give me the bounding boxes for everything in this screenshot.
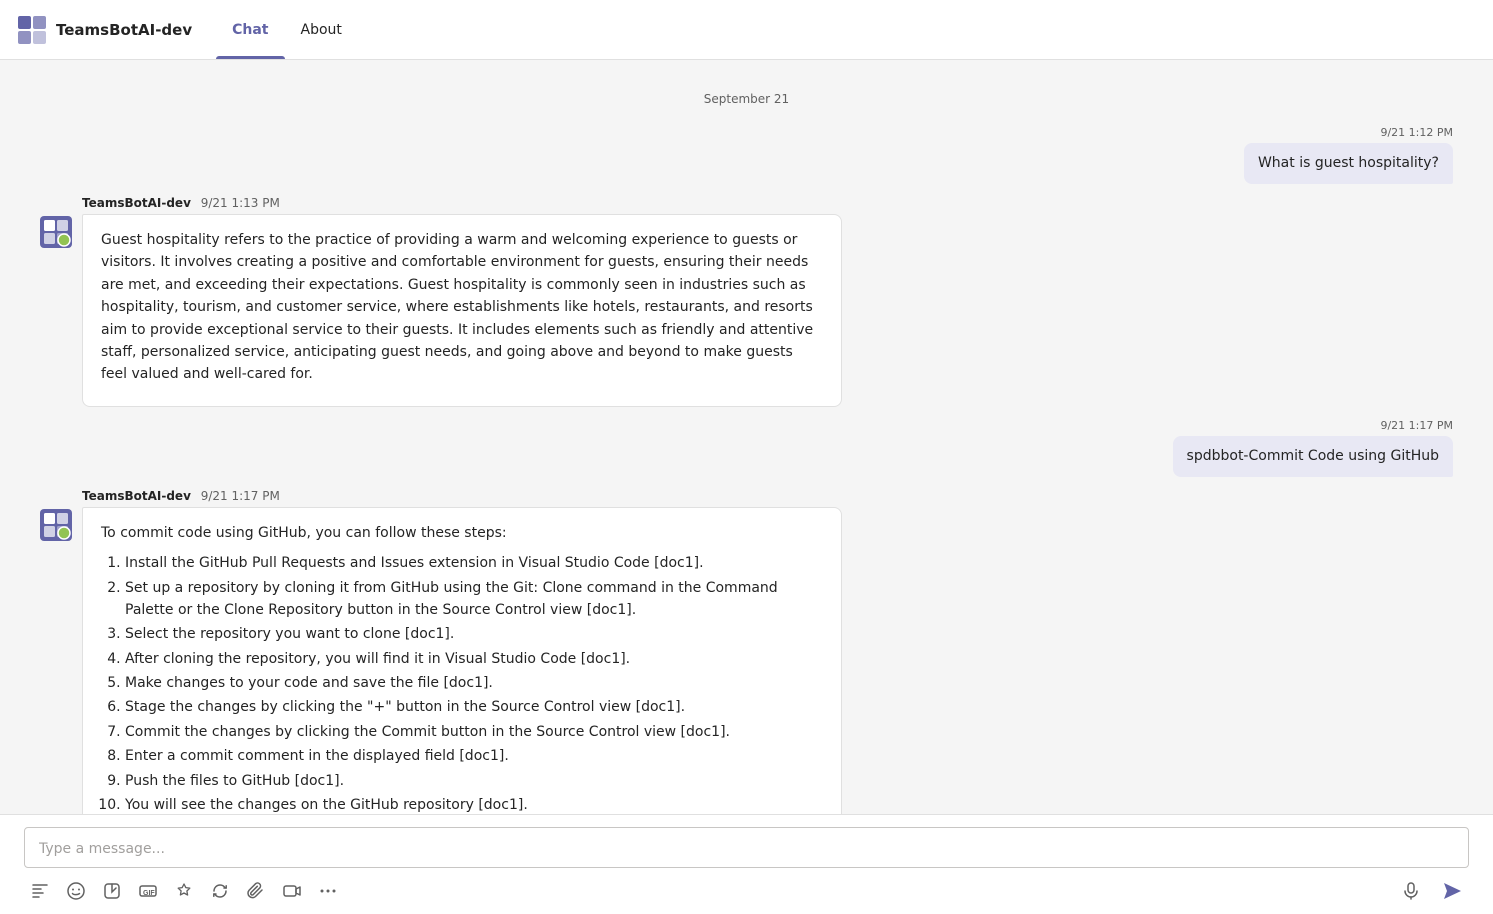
meet-button[interactable] <box>276 877 308 905</box>
praise-icon <box>174 881 194 901</box>
tab-about[interactable]: About <box>285 0 358 59</box>
user-timestamp-1: 9/21 1:12 PM <box>1380 126 1453 139</box>
toolbar-right <box>1395 876 1469 906</box>
send-button[interactable] <box>1435 876 1469 906</box>
bot-message-2: TeamsBotAI-dev 9/21 1:17 PM To commit co… <box>40 489 1453 814</box>
bot-meta-2: TeamsBotAI-dev 9/21 1:17 PM <box>82 489 842 503</box>
list-item: Set up a repository by cloning it from G… <box>125 577 823 622</box>
bot-bubble-2: To commit code using GitHub, you can fol… <box>82 507 842 814</box>
app-logo-icon <box>16 14 48 46</box>
user-bubble-1: What is guest hospitality? <box>1244 143 1453 184</box>
emoji-icon <box>66 881 86 901</box>
message-input-wrapper[interactable] <box>24 827 1469 868</box>
more-icon <box>318 881 338 901</box>
more-button[interactable] <box>312 877 344 905</box>
user-bubble-2: spdbbot-Commit Code using GitHub <box>1173 436 1453 477</box>
send-icon <box>1441 880 1463 902</box>
input-area: GIF <box>0 814 1493 914</box>
list-item: Push the files to GitHub [doc1]. <box>125 770 823 792</box>
user-message-2: 9/21 1:17 PM spdbbot-Commit Code using G… <box>40 419 1453 477</box>
list-item: Commit the changes by clicking the Commi… <box>125 721 823 743</box>
bot-meta-1: TeamsBotAI-dev 9/21 1:13 PM <box>82 196 842 210</box>
message-input[interactable] <box>39 841 1454 857</box>
mic-icon <box>1401 881 1421 901</box>
emoji-button[interactable] <box>60 877 92 905</box>
loop-button[interactable] <box>204 877 236 905</box>
list-item: You will see the changes on the GitHub r… <box>125 794 823 814</box>
svg-text:GIF: GIF <box>143 890 155 897</box>
toolbar-left: GIF <box>24 877 344 905</box>
bot-timestamp-2: 9/21 1:17 PM <box>201 489 280 503</box>
list-item: Enter a commit comment in the displayed … <box>125 745 823 767</box>
bot-name-2: TeamsBotAI-dev <box>82 489 191 503</box>
loop-icon <box>210 881 230 901</box>
list-item: After cloning the repository, you will f… <box>125 648 823 670</box>
sticker-button[interactable] <box>96 877 128 905</box>
bot-avatar-2 <box>40 509 72 541</box>
sticker-icon <box>102 881 122 901</box>
bot-steps-list: Install the GitHub Pull Requests and Iss… <box>101 552 823 814</box>
list-item: Stage the changes by clicking the "+" bu… <box>125 696 823 718</box>
meet-icon <box>282 881 302 901</box>
chat-area: September 21 9/21 1:12 PM What is guest … <box>0 60 1493 814</box>
list-item: Make changes to your code and save the f… <box>125 672 823 694</box>
date-separator: September 21 <box>40 92 1453 106</box>
bot-timestamp-1: 9/21 1:13 PM <box>201 196 280 210</box>
toolbar-row: GIF <box>24 876 1469 906</box>
nav-tabs: Chat About <box>216 0 358 59</box>
list-item: Install the GitHub Pull Requests and Iss… <box>125 552 823 574</box>
user-message-1: 9/21 1:12 PM What is guest hospitality? <box>40 126 1453 184</box>
app-header: TeamsBotAI-dev Chat About <box>0 0 1493 60</box>
bot-avatar-1 <box>40 216 72 248</box>
bot-message-1: TeamsBotAI-dev 9/21 1:13 PM Guest hospit… <box>40 196 1453 407</box>
gif-button[interactable]: GIF <box>132 877 164 905</box>
bot-name-1: TeamsBotAI-dev <box>82 196 191 210</box>
format-button[interactable] <box>24 877 56 905</box>
gif-icon: GIF <box>138 881 158 901</box>
bot-intro: To commit code using GitHub, you can fol… <box>101 522 823 544</box>
list-item: Select the repository you want to clone … <box>125 623 823 645</box>
format-icon <box>30 881 50 901</box>
attach-icon <box>246 881 266 901</box>
user-timestamp-2: 9/21 1:17 PM <box>1380 419 1453 432</box>
bot-content-2: TeamsBotAI-dev 9/21 1:17 PM To commit co… <box>82 489 842 814</box>
mic-button[interactable] <box>1395 877 1427 905</box>
app-logo-area: TeamsBotAI-dev <box>16 14 192 46</box>
tab-chat[interactable]: Chat <box>216 0 284 59</box>
app-title: TeamsBotAI-dev <box>56 21 192 39</box>
praise-button[interactable] <box>168 877 200 905</box>
bot-content-1: TeamsBotAI-dev 9/21 1:13 PM Guest hospit… <box>82 196 842 407</box>
bot-bubble-1: Guest hospitality refers to the practice… <box>82 214 842 407</box>
attach-button[interactable] <box>240 877 272 905</box>
